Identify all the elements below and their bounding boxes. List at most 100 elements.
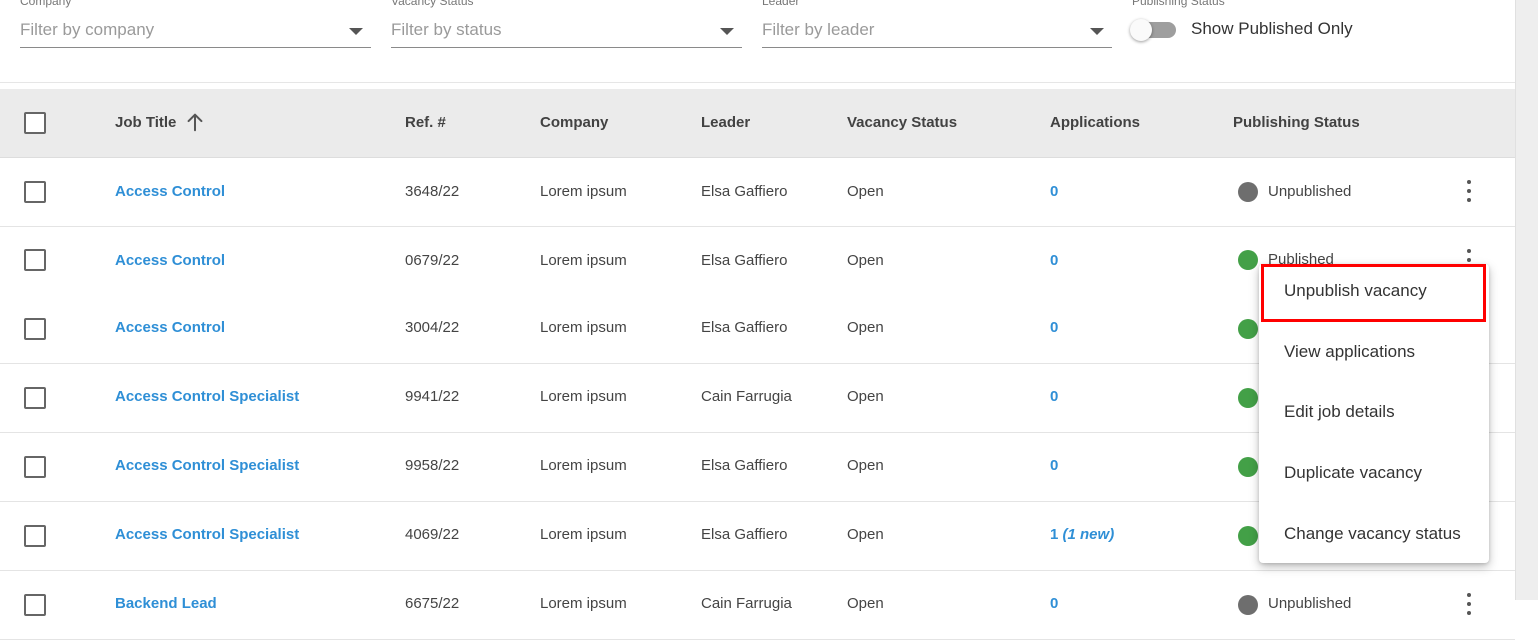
- ref-number: 9958/22: [405, 457, 460, 474]
- applications-count[interactable]: 0: [1050, 388, 1058, 405]
- ref-number: 4069/22: [405, 526, 460, 543]
- company-filter-placeholder[interactable]: Filter by company: [20, 20, 154, 40]
- more-vert-icon[interactable]: [1466, 593, 1472, 615]
- status-dot-icon: [1238, 457, 1258, 477]
- vacancy-status: Open: [847, 526, 884, 543]
- ref-number: 3648/22: [405, 183, 460, 200]
- column-header-vacancy-status[interactable]: Vacancy Status: [847, 114, 957, 131]
- column-header-job-title[interactable]: Job Title: [115, 114, 176, 131]
- job-title-link[interactable]: Access Control Specialist: [115, 388, 299, 405]
- menu-item-edit-job-details[interactable]: Edit job details: [1284, 402, 1395, 422]
- page-scrollbar[interactable]: [1515, 0, 1538, 600]
- menu-item-duplicate-vacancy[interactable]: Duplicate vacancy: [1284, 463, 1422, 483]
- column-header-publishing-status[interactable]: Publishing Status: [1233, 114, 1360, 131]
- company-name: Lorem ipsum: [540, 252, 627, 269]
- vacancy-status: Open: [847, 388, 884, 405]
- status-filter-placeholder[interactable]: Filter by status: [391, 20, 502, 40]
- applications-count[interactable]: 0: [1050, 595, 1058, 612]
- vacancy-status: Open: [847, 319, 884, 336]
- row-checkbox[interactable]: [24, 318, 46, 340]
- status-dot-icon: [1238, 388, 1258, 408]
- chevron-down-icon[interactable]: [349, 28, 363, 35]
- leader-filter[interactable]: Leader Filter by leader: [762, 0, 1112, 48]
- company-name: Lorem ipsum: [540, 183, 627, 200]
- vacancy-status: Open: [847, 595, 884, 612]
- leader-name: Cain Farrugia: [701, 388, 792, 405]
- applications-link[interactable]: 0: [1050, 319, 1058, 336]
- vacancy-status: Open: [847, 457, 884, 474]
- leader-filter-underline: [762, 47, 1112, 48]
- publishing-filter-label: Publishing Status: [1132, 0, 1225, 8]
- company-name: Lorem ipsum: [540, 388, 627, 405]
- row-checkbox[interactable]: [24, 181, 46, 203]
- vacancies-page: Company Filter by company Vacancy Status…: [0, 0, 1515, 640]
- applications-link[interactable]: 1 (1 new): [1050, 526, 1114, 543]
- row-checkbox[interactable]: [24, 387, 46, 409]
- filters-divider: [0, 82, 1515, 83]
- job-title-link[interactable]: Access Control Specialist: [115, 526, 299, 543]
- applications-new-count[interactable]: (1 new): [1063, 526, 1115, 543]
- status-filter[interactable]: Vacancy Status Filter by status: [391, 0, 742, 48]
- leader-name: Elsa Gaffiero: [701, 457, 788, 474]
- applications-link[interactable]: 0: [1050, 595, 1058, 612]
- publishing-status: Unpublished: [1268, 595, 1352, 612]
- column-header-applications[interactable]: Applications: [1050, 114, 1140, 131]
- show-published-label[interactable]: Show Published Only: [1191, 19, 1353, 39]
- status-dot-icon: [1238, 250, 1258, 270]
- table-row[interactable]: Access Control 3648/22 Lorem ipsum Elsa …: [0, 158, 1515, 227]
- job-title-link[interactable]: Access Control: [115, 183, 225, 200]
- status-dot-icon: [1238, 526, 1258, 546]
- company-name: Lorem ipsum: [540, 595, 627, 612]
- vacancy-status: Open: [847, 183, 884, 200]
- job-title-link[interactable]: Access Control: [115, 252, 225, 269]
- company-filter[interactable]: Company Filter by company: [20, 0, 371, 48]
- company-filter-label: Company: [20, 0, 72, 8]
- highlight-box: [1261, 264, 1486, 322]
- leader-name: Elsa Gaffiero: [701, 183, 788, 200]
- ref-number: 9941/22: [405, 388, 460, 405]
- applications-link[interactable]: 0: [1050, 252, 1058, 269]
- applications-count[interactable]: 0: [1050, 457, 1058, 474]
- chevron-down-icon[interactable]: [720, 28, 734, 35]
- company-name: Lorem ipsum: [540, 526, 627, 543]
- menu-item-view-applications[interactable]: View applications: [1284, 342, 1415, 362]
- status-dot-icon: [1238, 319, 1258, 339]
- applications-link[interactable]: 0: [1050, 388, 1058, 405]
- table-row[interactable]: Backend Lead 6675/22 Lorem ipsum Cain Fa…: [0, 571, 1515, 640]
- leader-filter-label: Leader: [762, 0, 800, 8]
- applications-link[interactable]: 0: [1050, 457, 1058, 474]
- more-vert-icon[interactable]: [1466, 180, 1472, 202]
- applications-link[interactable]: 0: [1050, 183, 1058, 200]
- row-checkbox[interactable]: [24, 525, 46, 547]
- column-header-ref[interactable]: Ref. #: [405, 114, 446, 131]
- table-header: Job Title Ref. # Company Leader Vacancy …: [0, 89, 1515, 158]
- toggle-thumb[interactable]: [1130, 19, 1152, 41]
- ref-number: 3004/22: [405, 319, 460, 336]
- ref-number: 6675/22: [405, 595, 460, 612]
- leader-name: Elsa Gaffiero: [701, 252, 788, 269]
- applications-count[interactable]: 0: [1050, 252, 1058, 269]
- job-title-link[interactable]: Backend Lead: [115, 595, 217, 612]
- row-checkbox[interactable]: [24, 594, 46, 616]
- show-published-toggle[interactable]: [1130, 19, 1178, 41]
- applications-count[interactable]: 0: [1050, 183, 1058, 200]
- status-filter-underline: [391, 47, 742, 48]
- column-header-leader[interactable]: Leader: [701, 114, 750, 131]
- row-checkbox[interactable]: [24, 249, 46, 271]
- column-header-company[interactable]: Company: [540, 114, 608, 131]
- vacancy-status: Open: [847, 252, 884, 269]
- chevron-down-icon[interactable]: [1090, 28, 1104, 35]
- arrow-up-icon[interactable]: [184, 111, 206, 133]
- leader-filter-placeholder[interactable]: Filter by leader: [762, 20, 874, 40]
- job-title-link[interactable]: Access Control Specialist: [115, 457, 299, 474]
- leader-name: Elsa Gaffiero: [701, 526, 788, 543]
- applications-count[interactable]: 1: [1050, 526, 1058, 543]
- company-name: Lorem ipsum: [540, 457, 627, 474]
- company-filter-underline: [20, 47, 371, 48]
- job-title-link[interactable]: Access Control: [115, 319, 225, 336]
- applications-count[interactable]: 0: [1050, 319, 1058, 336]
- select-all-checkbox[interactable]: [24, 112, 46, 134]
- status-dot-icon: [1238, 595, 1258, 615]
- row-checkbox[interactable]: [24, 456, 46, 478]
- menu-item-change-vacancy-status[interactable]: Change vacancy status: [1284, 524, 1461, 544]
